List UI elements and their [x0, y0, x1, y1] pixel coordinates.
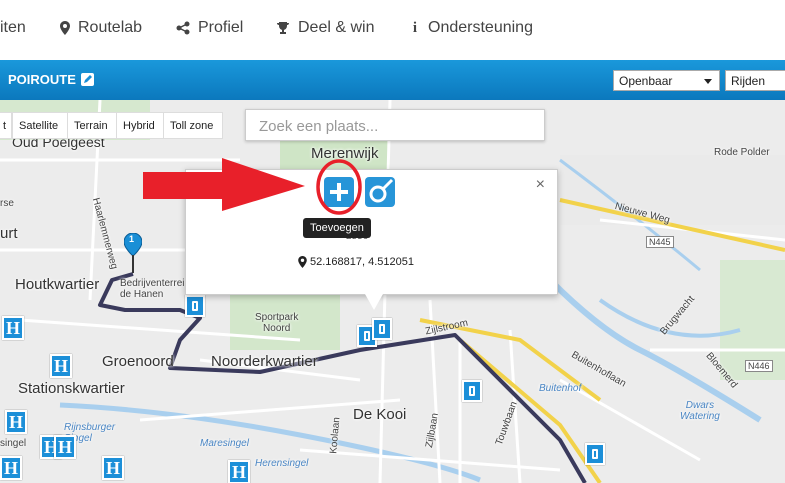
hotel-icon[interactable]: H	[2, 316, 24, 340]
coordinates-text: 52.168817, 4.512051	[310, 256, 414, 268]
nav-item-routes[interactable]: iten	[0, 19, 26, 37]
map-label: Herensingel	[255, 458, 309, 469]
info-icon: i	[412, 19, 418, 36]
map-label: Bedrijventerrein de Hanen	[120, 278, 191, 300]
travel-mode-value: Rijden	[731, 74, 766, 88]
hotel-icon[interactable]: H	[5, 410, 27, 434]
map-label: Rode Polder	[714, 147, 770, 158]
map-label: Noorderkwartier	[211, 353, 318, 370]
map-marker-icon	[60, 21, 70, 35]
hotel-icon[interactable]: H	[102, 456, 124, 480]
visibility-select-value: Openbaar	[619, 74, 673, 88]
map-type-satellite[interactable]: Satellite	[12, 112, 68, 139]
route-title[interactable]: POIROUTE	[8, 72, 94, 87]
map-type-label: t	[3, 119, 7, 132]
map-label: Groenoord	[102, 353, 174, 370]
map-label: Stationskwartier	[18, 380, 125, 397]
fuel-station-icon[interactable]	[585, 443, 605, 465]
route-title-text: POIROUTE	[8, 72, 76, 87]
map-type-hybrid[interactable]: Hybrid	[116, 112, 164, 139]
nav-item-routelab[interactable]: Routelab	[60, 19, 142, 37]
map-label: Sportpark Noord	[255, 312, 299, 334]
map-label: singel	[0, 438, 27, 449]
nav-item-ondersteuning[interactable]: i Ondersteuning	[410, 19, 533, 37]
trophy-icon	[276, 21, 290, 35]
nav-item-label: Routelab	[78, 19, 143, 36]
map-marker-icon	[298, 256, 307, 268]
map-type-label: Toll zone	[170, 119, 214, 132]
fuel-station-icon[interactable]	[185, 295, 205, 317]
map-type-terrain[interactable]: Terrain	[67, 112, 117, 139]
popup-pointer	[365, 294, 383, 310]
travel-mode-select[interactable]: Rijden	[725, 70, 785, 91]
hotel-icon[interactable]: H	[0, 456, 22, 480]
map-type-label: Hybrid	[123, 119, 155, 132]
nav-item-deel-win[interactable]: Deel & win	[276, 19, 374, 37]
map-label: urt	[0, 225, 18, 242]
hotel-icon[interactable]: H	[228, 460, 250, 483]
map-type-label: Terrain	[74, 119, 108, 132]
map-label: De Kooi	[353, 406, 407, 423]
fuel-station-icon[interactable]	[372, 318, 392, 340]
red-arrow-annotation	[143, 158, 362, 215]
edit-icon[interactable]	[80, 73, 94, 86]
nav-item-label: Profiel	[198, 19, 244, 36]
place-search-input[interactable]: Zoek een plaats...	[245, 109, 545, 141]
search-placeholder: Zoek een plaats...	[259, 118, 379, 135]
route-marker[interactable]: 1	[123, 232, 143, 280]
route-marker-number: 1	[129, 234, 135, 244]
nav-item-label: Ondersteuning	[428, 19, 533, 36]
road-number-label: N445	[646, 236, 674, 248]
map-label: Maresingel	[200, 438, 249, 449]
nav-item-profiel[interactable]: Profiel	[176, 19, 243, 37]
map-label: Dwars Watering	[680, 400, 720, 422]
map-label: Houtkwartier	[15, 276, 100, 293]
visibility-select[interactable]: Openbaar	[613, 70, 720, 91]
close-icon[interactable]: ×	[536, 176, 545, 194]
road-number-label: N446	[745, 360, 773, 372]
map-type-map[interactable]: t	[0, 112, 12, 139]
fuel-station-icon[interactable]	[462, 380, 482, 402]
map-label: Buitenhof	[539, 383, 582, 394]
hotel-icon[interactable]: H	[50, 354, 72, 378]
map-type-toll-zone[interactable]: Toll zone	[163, 112, 223, 139]
nav-item-label: iten	[0, 19, 26, 36]
chevron-down-icon	[704, 79, 712, 84]
hotel-icon[interactable]: H	[54, 435, 76, 459]
share-icon	[176, 21, 190, 35]
nav-item-label: Deel & win	[298, 19, 375, 36]
top-navigation: iten Routelab Profiel Deel & win i Onder…	[0, 0, 785, 60]
popup-coordinates: 52.168817, 4.512051	[298, 256, 414, 268]
map-type-label: Satellite	[19, 119, 59, 132]
map-label: rse	[0, 198, 14, 209]
